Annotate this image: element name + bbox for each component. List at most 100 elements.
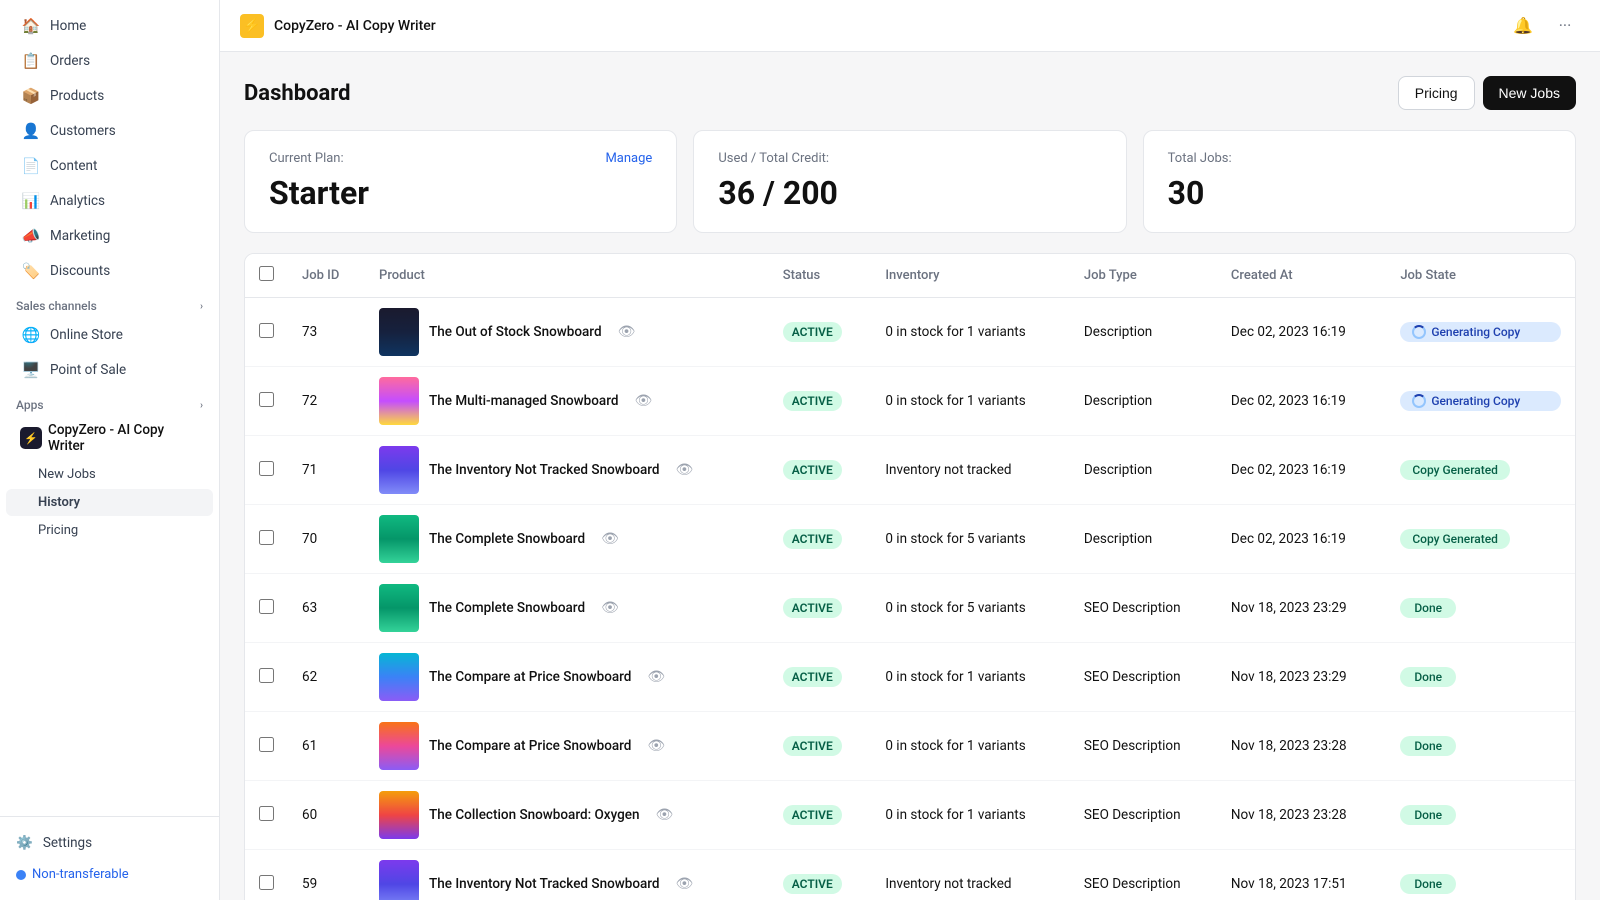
job-state-cell: Done: [1386, 850, 1575, 900]
sidebar-item-customers[interactable]: 👤 Customers: [6, 114, 213, 148]
preview-icon[interactable]: 👁: [676, 876, 694, 892]
product-cell: The Compare at Price Snowboard 👁: [365, 712, 769, 781]
row-checkbox-cell: [245, 643, 288, 712]
product-name: The Compare at Price Snowboard: [429, 669, 631, 685]
non-transferable-item: Non-transferable: [0, 859, 219, 890]
status-cell: ACTIVE: [769, 850, 872, 900]
product-name: The Complete Snowboard: [429, 531, 585, 547]
apps-chevron-icon: ›: [200, 400, 203, 411]
status-badge: Done: [1400, 667, 1456, 687]
sidebar-item-point-of-sale[interactable]: 🖥️ Point of Sale: [6, 353, 213, 387]
select-all-header: [245, 254, 288, 298]
more-options-icon[interactable]: ···: [1550, 11, 1580, 41]
sidebar-item-analytics[interactable]: 📊 Analytics: [6, 184, 213, 218]
col-job-state: Job State: [1386, 254, 1575, 298]
status-badge: Done: [1400, 874, 1456, 894]
plan-value: Starter: [269, 174, 652, 212]
pricing-button[interactable]: Pricing: [1398, 76, 1475, 110]
active-badge: ACTIVE: [783, 736, 842, 756]
sidebar-item-marketing[interactable]: 📣 Marketing: [6, 219, 213, 253]
jobs-table: Job ID Product Status Inventory Job Type…: [245, 254, 1575, 900]
table-row: 60 The Collection Snowboard: Oxygen 👁 AC…: [245, 781, 1575, 850]
job-id-cell: 71: [288, 436, 365, 505]
row-checkbox[interactable]: [259, 599, 274, 614]
preview-icon[interactable]: 👁: [618, 324, 636, 340]
sidebar-item-label: Analytics: [50, 193, 105, 209]
table-row: 61 The Compare at Price Snowboard 👁 ACTI…: [245, 712, 1575, 781]
sidebar-item-copyzero[interactable]: ⚡ CopyZero - AI Copy Writer: [0, 416, 219, 460]
job-type-cell: SEO Description: [1070, 643, 1217, 712]
job-state-cell: Copy Generated: [1386, 436, 1575, 505]
current-plan-label: Current Plan:: [269, 151, 344, 166]
row-checkbox[interactable]: [259, 530, 274, 545]
job-type-cell: Description: [1070, 505, 1217, 574]
product-cell: The Complete Snowboard 👁: [365, 505, 769, 574]
row-checkbox[interactable]: [259, 668, 274, 683]
sales-channels-label: Sales channels: [16, 299, 97, 313]
sidebar-item-home[interactable]: 🏠 Home: [6, 9, 213, 43]
credit-card: Used / Total Credit: 36 / 200: [693, 130, 1126, 233]
preview-icon[interactable]: 👁: [601, 531, 619, 547]
sidebar-item-label: Discounts: [50, 263, 110, 279]
col-job-id: Job ID: [288, 254, 365, 298]
inventory-cell: 0 in stock for 5 variants: [871, 574, 1070, 643]
preview-icon[interactable]: 👁: [676, 462, 694, 478]
active-badge: ACTIVE: [783, 805, 842, 825]
row-checkbox-cell: [245, 781, 288, 850]
sidebar-item-discounts[interactable]: 🏷️ Discounts: [6, 254, 213, 288]
notification-icon[interactable]: 🔔: [1508, 11, 1538, 41]
sidebar-sub-item-new-jobs[interactable]: New Jobs: [6, 461, 213, 488]
preview-icon[interactable]: 👁: [601, 600, 619, 616]
orders-icon: 📋: [22, 52, 40, 70]
row-checkbox[interactable]: [259, 392, 274, 407]
sidebar-item-products[interactable]: 📦 Products: [6, 79, 213, 113]
row-checkbox[interactable]: [259, 737, 274, 752]
active-badge: ACTIVE: [783, 874, 842, 894]
apps-section: Apps ›: [0, 388, 219, 416]
page-title: Dashboard: [244, 81, 1398, 106]
job-type-cell: Description: [1070, 367, 1217, 436]
preview-icon[interactable]: 👁: [647, 738, 665, 754]
sidebar-item-orders[interactable]: 📋 Orders: [6, 44, 213, 78]
preview-icon[interactable]: 👁: [647, 669, 665, 685]
app-icon: ⚡: [240, 14, 264, 38]
current-plan-label-row: Current Plan: Manage: [269, 151, 652, 166]
job-id-cell: 70: [288, 505, 365, 574]
settings-nav-item[interactable]: ⚙️ Settings: [0, 827, 219, 859]
sidebar-sub-item-history[interactable]: History: [6, 489, 213, 516]
preview-icon[interactable]: 👁: [656, 807, 674, 823]
created-at-cell: Nov 18, 2023 17:51: [1217, 850, 1386, 900]
row-checkbox[interactable]: [259, 323, 274, 338]
table-row: 73 The Out of Stock Snowboard 👁 ACTIVE 0…: [245, 298, 1575, 367]
product-name: The Inventory Not Tracked Snowboard: [429, 462, 660, 478]
created-at-cell: Nov 18, 2023 23:29: [1217, 643, 1386, 712]
new-jobs-button[interactable]: New Jobs: [1483, 76, 1576, 110]
status-cell: ACTIVE: [769, 436, 872, 505]
sidebar-item-label: Point of Sale: [50, 362, 126, 378]
sidebar-item-content[interactable]: 📄 Content: [6, 149, 213, 183]
job-state-cell: Generating Copy: [1386, 367, 1575, 436]
total-jobs-label: Total Jobs:: [1168, 151, 1551, 166]
status-badge: Copy Generated: [1400, 529, 1510, 549]
inventory-cell: 0 in stock for 5 variants: [871, 505, 1070, 574]
job-id-cell: 72: [288, 367, 365, 436]
topbar-actions: 🔔 ···: [1508, 11, 1580, 41]
total-jobs-card: Total Jobs: 30: [1143, 130, 1576, 233]
table-header-row: Job ID Product Status Inventory Job Type…: [245, 254, 1575, 298]
sidebar-sub-item-pricing[interactable]: Pricing: [6, 517, 213, 544]
row-checkbox[interactable]: [259, 461, 274, 476]
status-badge: Done: [1400, 598, 1456, 618]
main-content: ⚡ CopyZero - AI Copy Writer 🔔 ··· Dashbo…: [220, 0, 1600, 900]
spinner-icon: [1412, 394, 1426, 408]
job-id-cell: 60: [288, 781, 365, 850]
sidebar-item-online-store[interactable]: 🌐 Online Store: [6, 318, 213, 352]
job-id-cell: 63: [288, 574, 365, 643]
row-checkbox[interactable]: [259, 875, 274, 890]
active-badge: ACTIVE: [783, 529, 842, 549]
row-checkbox[interactable]: [259, 806, 274, 821]
preview-icon[interactable]: 👁: [634, 393, 652, 409]
active-badge: ACTIVE: [783, 460, 842, 480]
manage-link[interactable]: Manage: [605, 151, 652, 166]
sidebar-item-label: Marketing: [50, 228, 110, 244]
select-all-checkbox[interactable]: [259, 266, 274, 281]
